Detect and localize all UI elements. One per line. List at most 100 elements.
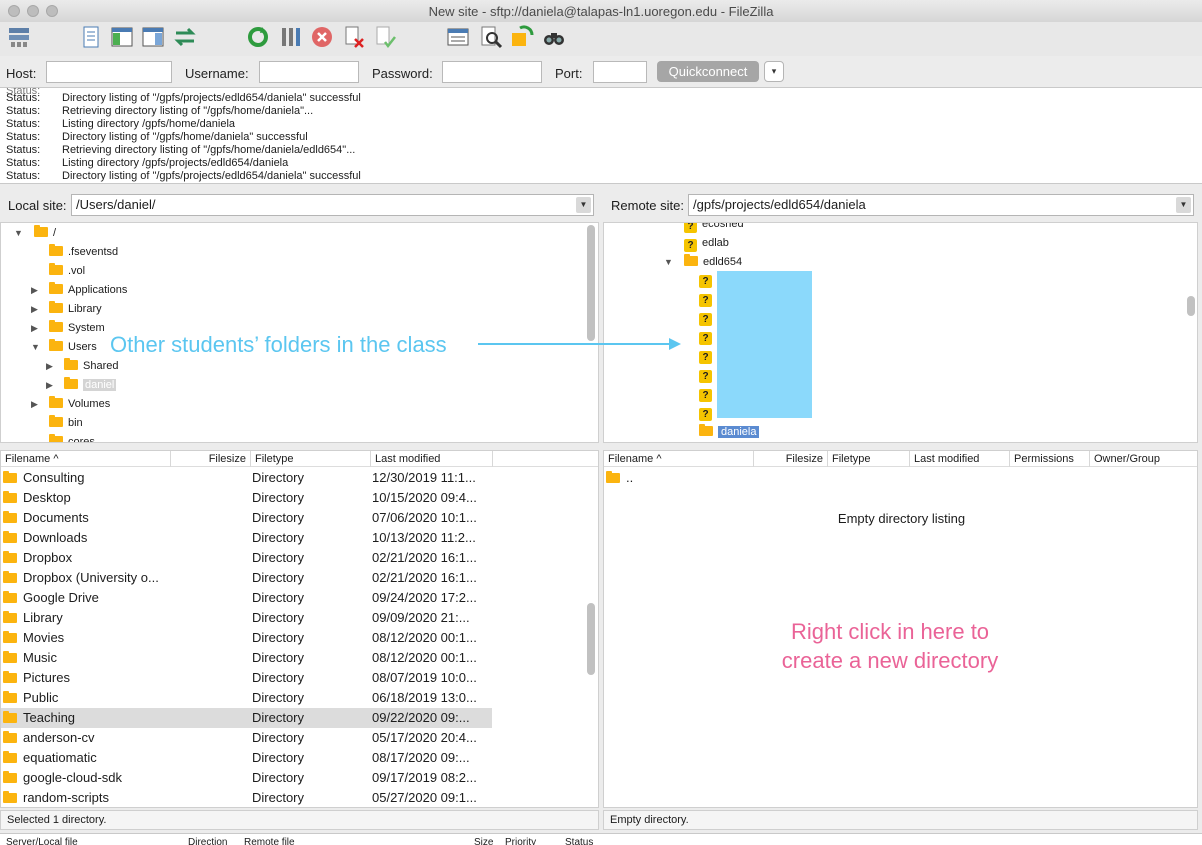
remote-status-bar: Empty directory. bbox=[603, 810, 1198, 830]
column-filesize[interactable]: Filesize bbox=[171, 451, 251, 467]
filter-icon[interactable] bbox=[445, 24, 471, 50]
column-filetype[interactable]: Filetype bbox=[251, 451, 371, 467]
table-row[interactable]: equatiomatic Directory 08/17/2020 09:... bbox=[1, 748, 492, 768]
scrollbar[interactable] bbox=[1187, 296, 1195, 316]
queue-column[interactable]: Priority bbox=[505, 834, 536, 845]
table-row[interactable]: Downloads Directory 10/13/2020 11:2... bbox=[1, 528, 492, 548]
expander-icon[interactable]: ▶ bbox=[31, 281, 38, 299]
tree-item[interactable]: System bbox=[49, 319, 105, 337]
expander-icon[interactable]: ▶ bbox=[31, 300, 38, 318]
table-row[interactable]: Music Directory 08/12/2020 00:1... bbox=[1, 648, 492, 668]
quickconnect-history-dropdown[interactable]: ▾ bbox=[764, 61, 784, 82]
transfer-queue-icon[interactable] bbox=[172, 24, 198, 50]
port-input[interactable] bbox=[593, 61, 647, 83]
log-row: Status: Directory listing of "/gpfs/proje… bbox=[6, 92, 361, 104]
unknown-folder-icon: ? bbox=[699, 294, 712, 307]
reconnect-icon[interactable] bbox=[372, 24, 398, 50]
queue-column[interactable]: Server/Local file bbox=[6, 834, 78, 845]
column-filesize[interactable]: Filesize bbox=[754, 451, 828, 467]
table-row[interactable]: Google Drive Directory 09/24/2020 17:2... bbox=[1, 588, 492, 608]
tree-item[interactable]: .vol bbox=[49, 262, 85, 280]
username-input[interactable] bbox=[259, 61, 359, 83]
remote-directory-tree[interactable]: ? ecoshed ? edlab ▼ edld654 ? ? ? ? ? ? ? … bbox=[603, 222, 1198, 443]
expander-icon[interactable]: ▼ bbox=[664, 253, 673, 271]
toggle-sync-icon[interactable] bbox=[509, 24, 535, 50]
queue-column[interactable]: Remote file bbox=[244, 834, 295, 845]
folder-icon bbox=[606, 471, 620, 483]
cancel-icon[interactable] bbox=[309, 24, 335, 50]
table-row[interactable]: google-cloud-sdk Directory 09/17/2019 08:2… bbox=[1, 768, 492, 788]
column-last-modified[interactable]: Last modified bbox=[910, 451, 1010, 467]
table-row[interactable]: Desktop Directory 10/15/2020 09:4... bbox=[1, 488, 492, 508]
column-owner-group[interactable]: Owner/Group bbox=[1090, 451, 1197, 467]
search-icon[interactable] bbox=[541, 24, 567, 50]
table-row[interactable]: Library Directory 09/09/2020 21:... bbox=[1, 608, 492, 628]
annotation-right-click: Right click in here to create a new dire… bbox=[781, 619, 999, 673]
process-queue-icon[interactable] bbox=[278, 24, 304, 50]
message-log[interactable]: Status: Status: Directory listing of "/gp… bbox=[0, 88, 1202, 184]
quickconnect-button[interactable]: Quickconnect bbox=[657, 61, 759, 82]
expander-icon[interactable]: ▼ bbox=[31, 338, 40, 356]
chevron-down-icon[interactable]: ▼ bbox=[576, 197, 591, 213]
table-row[interactable]: .. bbox=[604, 468, 904, 488]
tree-item-selected[interactable]: daniel bbox=[64, 376, 117, 394]
toggle-local-tree-icon[interactable] bbox=[109, 24, 135, 50]
table-row[interactable]: anderson-cv Directory 05/17/2020 20:4... bbox=[1, 728, 492, 748]
transfer-queue[interactable]: Server/Local file Direction Remote file … bbox=[0, 833, 1202, 845]
tree-item[interactable]: Users bbox=[49, 338, 97, 356]
expander-icon[interactable]: ▶ bbox=[31, 319, 38, 337]
unknown-folder-icon: ? bbox=[699, 332, 712, 345]
tree-item[interactable]: Shared bbox=[64, 357, 118, 375]
tree-item[interactable]: / bbox=[34, 224, 56, 242]
tree-item[interactable]: Volumes bbox=[49, 395, 110, 413]
table-row-selected[interactable]: Teaching Directory 09/22/2020 09:... bbox=[1, 708, 492, 728]
table-row[interactable]: Pictures Directory 08/07/2019 10:0... bbox=[1, 668, 492, 688]
tree-item[interactable]: ? edlab bbox=[684, 234, 729, 252]
table-row[interactable]: Movies Directory 08/12/2020 00:1... bbox=[1, 628, 492, 648]
column-filetype[interactable]: Filetype bbox=[828, 451, 910, 467]
local-site-input[interactable]: /Users/daniel/ ▼ bbox=[71, 194, 594, 216]
table-row[interactable]: Documents Directory 07/06/2020 10:1... bbox=[1, 508, 492, 528]
column-filename[interactable]: Filename ^ bbox=[1, 451, 171, 467]
table-row[interactable]: Consulting Directory 12/30/2019 11:1... bbox=[1, 468, 492, 488]
scrollbar[interactable] bbox=[587, 225, 595, 341]
queue-column[interactable]: Size bbox=[474, 834, 493, 845]
remote-site-label: Remote site: bbox=[611, 198, 684, 213]
tree-item[interactable]: Library bbox=[49, 300, 102, 318]
queue-column[interactable]: Status bbox=[565, 834, 593, 845]
refresh-icon[interactable] bbox=[245, 24, 271, 50]
toggle-log-icon[interactable] bbox=[78, 24, 104, 50]
table-row[interactable]: Dropbox (University o... Directory 02/21/2… bbox=[1, 568, 492, 588]
compare-icon[interactable] bbox=[478, 24, 504, 50]
table-row[interactable]: Dropbox Directory 02/21/2020 16:1... bbox=[1, 548, 492, 568]
expander-icon[interactable]: ▼ bbox=[14, 224, 23, 242]
tree-item[interactable]: bin bbox=[49, 414, 83, 432]
password-input[interactable] bbox=[442, 61, 542, 83]
expander-icon[interactable]: ▶ bbox=[46, 357, 53, 375]
table-row[interactable]: random-scripts Directory 05/27/2020 09:1..… bbox=[1, 788, 492, 807]
scrollbar[interactable] bbox=[587, 603, 595, 675]
remote-site-input[interactable]: /gpfs/projects/edld654/daniela ▼ bbox=[688, 194, 1194, 216]
queue-column[interactable]: Direction bbox=[188, 834, 227, 845]
tree-item[interactable]: ? ecoshed bbox=[684, 223, 744, 233]
tree-item[interactable]: .fseventsd bbox=[49, 243, 118, 261]
tree-item-selected[interactable]: daniela bbox=[699, 423, 760, 441]
table-row[interactable]: Public Directory 06/18/2019 13:0... bbox=[1, 688, 492, 708]
tree-item[interactable]: Applications bbox=[49, 281, 127, 299]
local-file-list[interactable]: Filename ^ Filesize Filetype Last modifi… bbox=[0, 450, 599, 808]
log-row: Status: Retrieving directory listing of "… bbox=[6, 105, 314, 117]
expander-icon[interactable]: ▶ bbox=[46, 376, 53, 394]
column-permissions[interactable]: Permissions bbox=[1010, 451, 1090, 467]
expander-icon[interactable]: ▶ bbox=[31, 395, 38, 413]
chevron-down-icon[interactable]: ▼ bbox=[1176, 197, 1191, 213]
folder-icon bbox=[3, 511, 17, 523]
column-filename[interactable]: Filename ^ bbox=[604, 451, 754, 467]
host-input[interactable] bbox=[46, 61, 172, 83]
tree-item[interactable]: edld654 bbox=[684, 253, 742, 271]
tree-item[interactable]: cores bbox=[49, 433, 95, 442]
site-manager-icon[interactable] bbox=[6, 24, 32, 50]
local-site-label: Local site: bbox=[8, 198, 67, 213]
disconnect-icon[interactable] bbox=[341, 24, 367, 50]
toggle-remote-tree-icon[interactable] bbox=[140, 24, 166, 50]
column-last-modified[interactable]: Last modified bbox=[371, 451, 493, 467]
